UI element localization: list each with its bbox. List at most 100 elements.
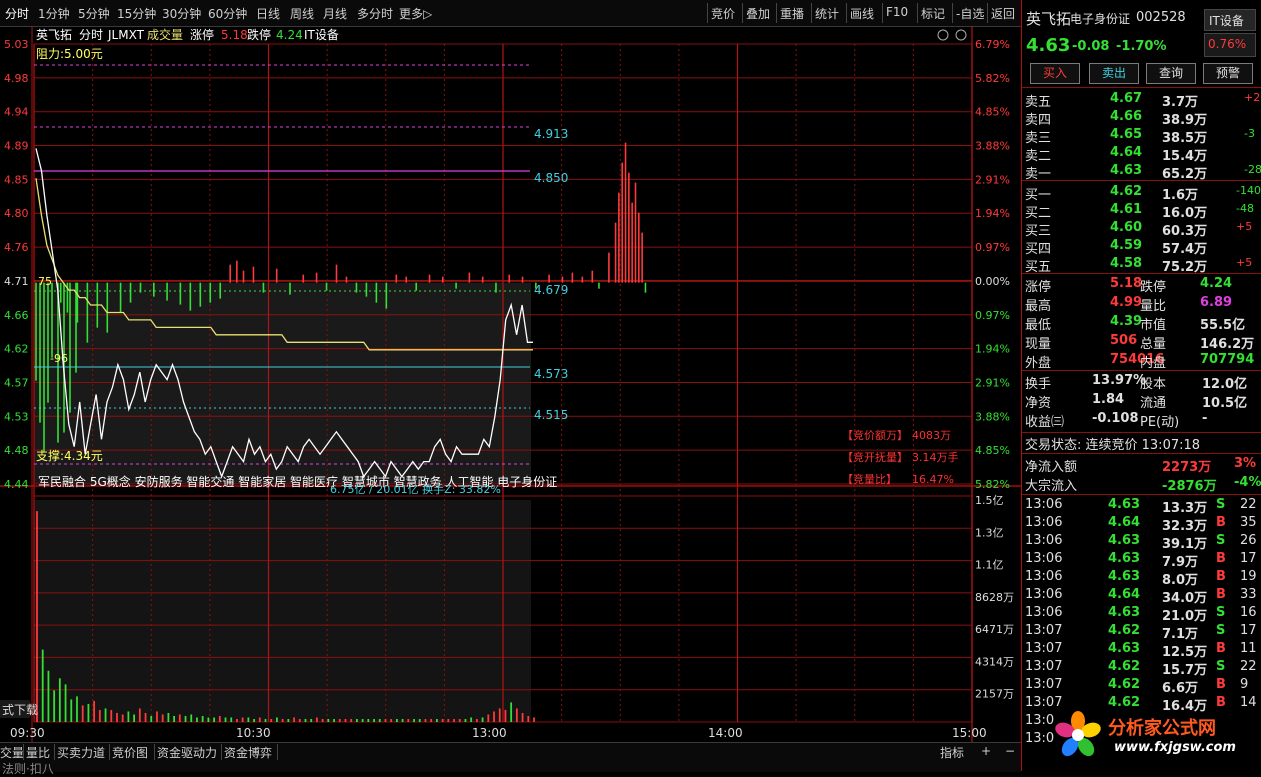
indicator-tab-0[interactable]: 交量 — [0, 744, 24, 761]
bid-row: 买三 4.60 60.3万 +5 — [1022, 219, 1261, 239]
tool-tab-1[interactable]: 叠加 — [746, 5, 770, 22]
auction-label: 【竞量比】 — [842, 472, 897, 486]
intraday-chart[interactable]: 5.03 4.98 4.94 4.89 4.85 4.80 4.76 4.71 4.66 4.62… — [0, 26, 1021, 742]
indicator-tab-5[interactable]: 资金博弈 — [224, 744, 272, 761]
chart-header-item: 涨停 — [190, 27, 214, 42]
tool-tab-0[interactable]: 竞价 — [711, 5, 735, 22]
tab-separator — [277, 744, 278, 760]
level-label: 4.573 — [534, 367, 568, 381]
support-label: 支撑:4.34元 — [36, 448, 103, 463]
query-button[interactable]: 查询 — [1146, 63, 1196, 84]
price-tick: 4.94 — [4, 106, 29, 119]
bid-row: 买二 4.61 16.0万 -48 — [1022, 201, 1261, 221]
tool-tab-6[interactable]: 标记 — [921, 5, 945, 22]
macd-label: 75 — [38, 275, 52, 288]
tick-time: 13:06 — [1025, 551, 1063, 566]
tick-price: 4.63 — [1108, 551, 1141, 566]
stat-label: PE(动) — [1140, 415, 1180, 430]
tick-time: 13:06 — [1025, 569, 1063, 584]
stat-label: 换手 — [1025, 377, 1052, 392]
price-tick: 4.85 — [4, 173, 29, 186]
logo-name: 分析家公式网 — [1108, 718, 1216, 739]
settings-icon[interactable] — [955, 29, 967, 41]
book-change: +2 — [1244, 91, 1261, 104]
stat-value: 4.39 — [1110, 314, 1143, 329]
buy-button[interactable]: 买入 — [1030, 63, 1080, 84]
tab-separator — [221, 744, 222, 760]
indicator-control-0[interactable]: 指标 — [940, 744, 964, 761]
time-tick: 13:00 — [472, 726, 507, 740]
book-price: 4.63 — [1110, 163, 1143, 178]
pct-tick: 5.82% — [975, 72, 1010, 85]
flow-row: 大宗流入 -2876万 -4% — [1022, 474, 1261, 494]
stat-row: 净资 1.84 流通 10.5亿 — [1022, 391, 1261, 411]
stat-value: 6.89 — [1200, 295, 1233, 310]
indicator-tab-1[interactable]: 量比 — [26, 744, 50, 761]
macd-label: -96 — [50, 352, 68, 365]
tab-separator — [154, 744, 155, 760]
indicator-control-1[interactable]: + — [981, 744, 991, 758]
ask-row: 卖五 4.67 3.7万 +2 — [1022, 90, 1261, 110]
auction-value: 3.14万手 — [912, 450, 959, 464]
chart-header-item: JLMXT — [107, 28, 145, 42]
stat-label: 总量 — [1140, 337, 1167, 352]
stat-value: 5.18 — [1110, 276, 1143, 291]
alert-button[interactable]: 预警 — [1203, 63, 1253, 84]
period-tab-7[interactable]: 周线 — [290, 5, 314, 22]
period-tab-9[interactable]: 多分时 — [357, 5, 393, 22]
flow-pct: 3% — [1234, 456, 1257, 471]
period-tab-5[interactable]: 60分钟 — [208, 5, 247, 22]
chart-header-item: 跌停 — [247, 27, 271, 42]
level-label: 4.515 — [534, 408, 568, 422]
bid-row: 买五 4.58 75.2万 +5 — [1022, 255, 1261, 275]
book-price: 4.58 — [1110, 256, 1143, 271]
tool-tab-3[interactable]: 统计 — [815, 5, 839, 22]
tool-tab-5[interactable]: F10 — [886, 5, 908, 19]
period-tab-3[interactable]: 15分钟 — [117, 5, 156, 22]
stat-value: 4.24 — [1200, 276, 1233, 291]
period-tab-0[interactable]: 分时 — [5, 5, 29, 22]
indicator-tab-2[interactable]: 买卖力道 — [57, 744, 105, 761]
period-tab-10[interactable]: 更多▷ — [399, 5, 432, 22]
zoom-up-icon[interactable] — [937, 29, 949, 41]
tick-count: 22 — [1240, 497, 1257, 512]
stat-label: 最高 — [1025, 299, 1052, 314]
ask-row: 卖三 4.65 38.5万 -3 — [1022, 126, 1261, 146]
toolbar-separator — [707, 3, 708, 23]
period-tab-8[interactable]: 月线 — [323, 5, 347, 22]
tick-direction: B — [1216, 641, 1226, 656]
period-tab-4[interactable]: 30分钟 — [162, 5, 201, 22]
price-tick: 4.76 — [4, 241, 29, 254]
volume-tick: 6471万 — [975, 623, 1014, 636]
chart-header-item: 英飞拓 — [36, 28, 72, 42]
tick-price: 4.63 — [1108, 569, 1141, 584]
time-tick: 15:00 — [952, 726, 987, 740]
tick-row: 13:06 4.64 32.3万 B 35 — [1022, 514, 1261, 534]
quote-panel: 英飞拓 电子身份证 002528 IT设备 4.63 -0.08 -1.70% … — [1021, 0, 1261, 771]
tool-tab-2[interactable]: 重播 — [780, 5, 804, 22]
tick-direction: B — [1216, 569, 1226, 584]
tick-price: 4.63 — [1108, 533, 1141, 548]
tool-tab-7[interactable]: -自选 — [956, 5, 984, 22]
indicator-tab-4[interactable]: 资金驱动力 — [157, 744, 217, 761]
stock-name: 英飞拓 — [1026, 10, 1072, 28]
indicator-tabs: 交量 量比 买卖力道 竞价图 资金驱动力 资金博弈 指标 + − 法则·扣八 — [0, 742, 1021, 776]
price-tick: 4.98 — [4, 72, 29, 85]
period-tab-1[interactable]: 1分钟 — [38, 5, 70, 22]
tool-tab-8[interactable]: 返回 — [991, 5, 1015, 22]
indicator-tab-3[interactable]: 竞价图 — [112, 744, 148, 761]
pct-tick: 2.91% — [975, 173, 1010, 186]
tick-count: 17 — [1240, 551, 1257, 566]
amount-overlay: 6.75亿 / 20.01亿 换手Z: 33.82% — [330, 482, 501, 496]
sell-button[interactable]: 卖出 — [1089, 63, 1139, 84]
stat-row: 现量 506 总量 146.2万 — [1022, 332, 1261, 352]
indicator-control-2[interactable]: − — [1005, 744, 1015, 758]
stat-row: 收益㈢ -0.108 PE(动) - — [1022, 410, 1261, 430]
pct-tick: 0.00% — [975, 275, 1010, 288]
period-tab-6[interactable]: 日线 — [256, 5, 280, 22]
tool-tab-4[interactable]: 画线 — [850, 5, 874, 22]
period-tab-2[interactable]: 5分钟 — [78, 5, 110, 22]
sector-name: IT设备 — [1209, 14, 1244, 28]
pct-tick: 0.97% — [975, 241, 1010, 254]
book-change: -140 — [1236, 184, 1261, 197]
